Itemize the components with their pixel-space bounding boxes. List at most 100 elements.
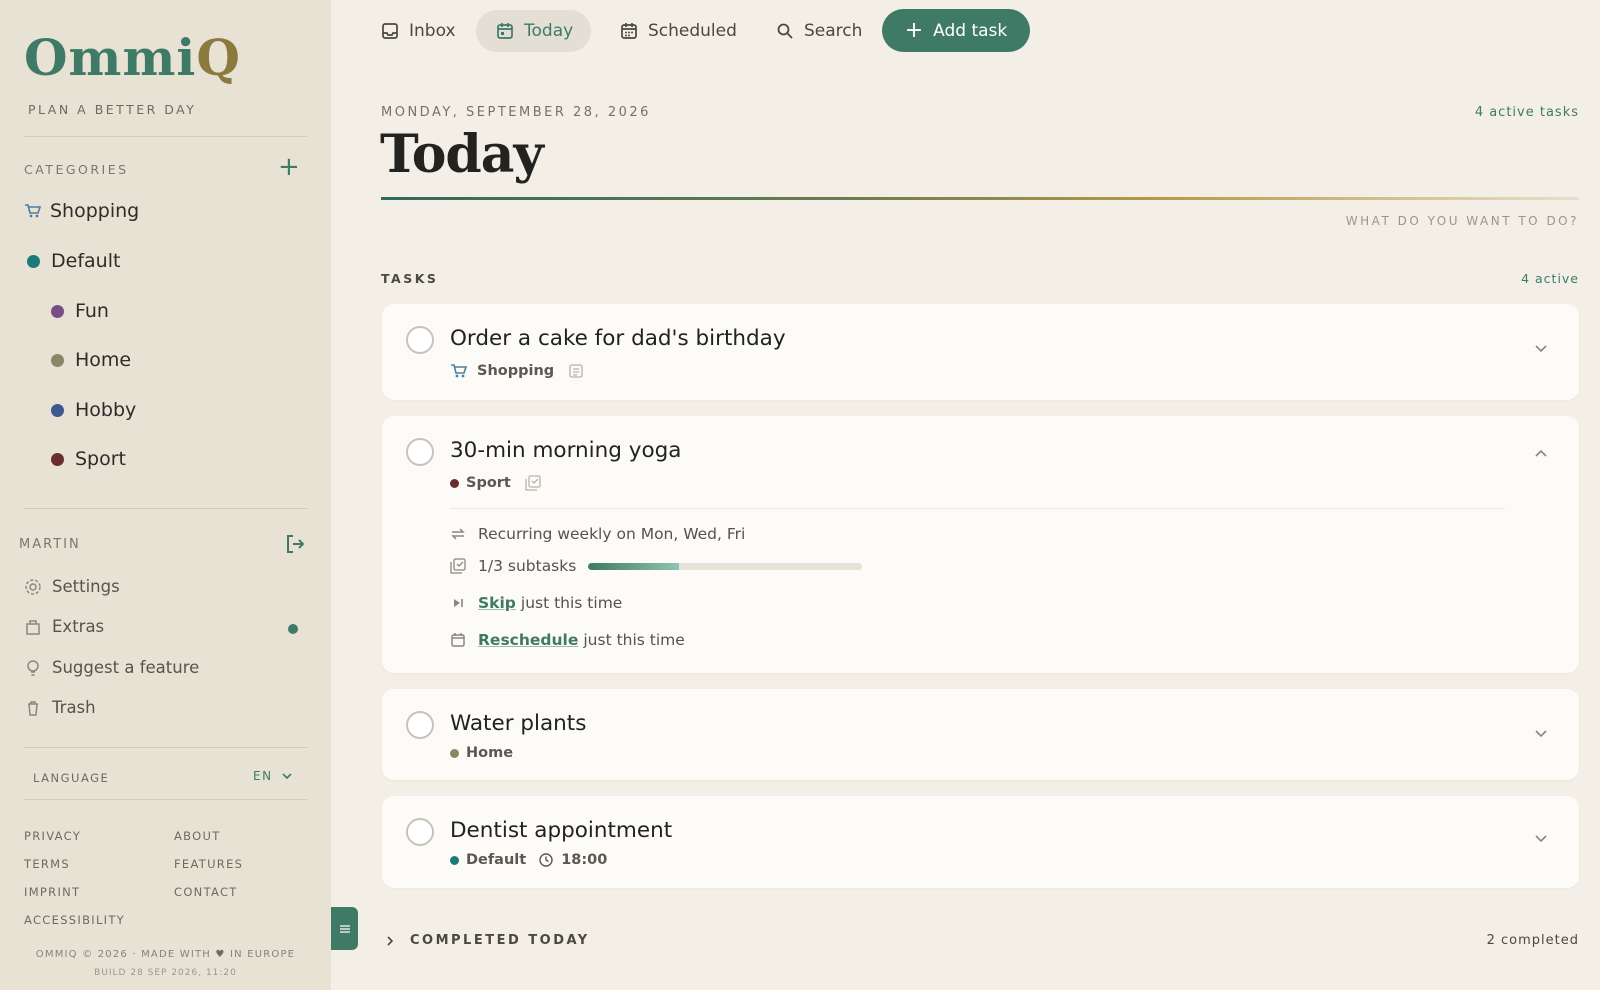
footer-link-privacy[interactable]: PRIVACY: [24, 829, 81, 843]
skip-row: Skip just this time: [450, 594, 622, 612]
sidebar-item-label: Fun: [75, 300, 109, 322]
app-logo[interactable]: OmmiQ: [24, 28, 241, 87]
task-time: 18:00: [561, 852, 608, 868]
nav-inbox[interactable]: Inbox: [361, 10, 474, 52]
task-card[interactable]: Dentist appointment Default 18:00: [382, 796, 1579, 888]
menu-item-trash[interactable]: Trash: [24, 698, 96, 717]
completed-today-toggle[interactable]: COMPLETED TODAY: [384, 933, 590, 948]
task-title: Dentist appointment: [450, 818, 673, 843]
menu-item-settings[interactable]: Settings: [24, 577, 120, 596]
categories-header: CATEGORIES: [24, 162, 129, 177]
add-category-button[interactable]: +: [278, 154, 300, 180]
divider: [24, 799, 307, 800]
task-card-expanded[interactable]: 30-min morning yoga Sport Recurring week…: [382, 416, 1579, 673]
menu-item-label: Settings: [52, 577, 120, 596]
tasks-section-label: TASKS: [381, 271, 439, 286]
sidebar-item-label: Sport: [75, 448, 127, 470]
sidebar-item-sport[interactable]: Sport: [51, 448, 126, 470]
task-category: Default: [466, 852, 527, 868]
chevron-up-icon[interactable]: [1533, 446, 1549, 462]
sidebar-item-label: Hobby: [75, 399, 137, 421]
menu-item-extras[interactable]: Extras: [24, 617, 104, 636]
category-dot: [51, 353, 64, 367]
subtasks-icon: [450, 558, 466, 574]
task-checkbox[interactable]: [406, 711, 434, 739]
sidebar-item-shopping[interactable]: Shopping: [24, 200, 139, 222]
task-meta: Shopping: [450, 363, 584, 379]
copyright: OMMIQ © 2026 · MADE WITH ♥ IN EUROPE: [35, 949, 296, 960]
extras-badge: [288, 624, 298, 634]
task-meta: Sport: [450, 475, 541, 491]
category-dot: [27, 254, 40, 268]
footer-link-contact[interactable]: CONTACT: [174, 885, 238, 899]
chevron-right-icon: [387, 935, 394, 946]
sidebar-item-fun[interactable]: Fun: [51, 300, 109, 322]
tagline: PLAN A BETTER DAY: [28, 102, 197, 117]
nav-search[interactable]: Search: [756, 10, 880, 52]
task-category: Home: [466, 745, 514, 761]
nav-scheduled[interactable]: Scheduled: [600, 10, 755, 52]
footer-link-features[interactable]: FEATURES: [174, 857, 243, 871]
task-card[interactable]: Water plants Home: [382, 689, 1579, 780]
calendar-icon: [451, 633, 465, 647]
chevron-down-icon[interactable]: [1533, 725, 1549, 741]
divider: [450, 508, 1505, 509]
task-card[interactable]: Order a cake for dad's birthday Shopping: [382, 304, 1579, 400]
completed-count: 2 completed: [1486, 933, 1579, 948]
logout-icon[interactable]: [284, 533, 306, 555]
task-checkbox[interactable]: [406, 818, 434, 846]
task-category: Shopping: [477, 363, 555, 379]
chevron-down-icon[interactable]: [1533, 340, 1549, 356]
footer-link-terms[interactable]: TERMS: [24, 857, 70, 871]
progress-bar: [588, 562, 863, 570]
search-icon: [777, 23, 793, 39]
reschedule-link[interactable]: Reschedule: [478, 631, 578, 649]
nav-today[interactable]: Today: [476, 10, 592, 52]
language-select[interactable]: EN: [253, 769, 293, 783]
sidebar-toggle-button[interactable]: [331, 907, 358, 950]
footer-link-about[interactable]: ABOUT: [174, 829, 221, 843]
repeat-icon: [451, 528, 465, 540]
task-category: Sport: [466, 475, 511, 491]
footer-link-accessibility[interactable]: ACCESSIBILITY: [24, 913, 125, 927]
language-label: LANGUAGE: [33, 771, 110, 785]
recurrence-info: Recurring weekly on Mon, Wed, Fri: [450, 525, 745, 543]
gift-icon: [26, 619, 40, 635]
lightbulb-icon: [27, 659, 39, 676]
category-dot: [450, 855, 459, 865]
cart-icon: [451, 364, 468, 378]
cart-icon: [25, 204, 42, 218]
chevron-down-icon[interactable]: [1533, 830, 1549, 846]
menu-item-suggest-feature[interactable]: Suggest a feature: [24, 658, 199, 677]
date-line: MONDAY, SEPTEMBER 28, 2026: [381, 105, 651, 120]
menu-icon: [339, 924, 350, 933]
task-meta: Default 18:00: [450, 852, 607, 868]
sidebar-item-default[interactable]: Default: [27, 250, 120, 272]
sidebar-item-label: Default: [51, 250, 121, 272]
gear-icon: [25, 578, 41, 595]
clock-icon: [539, 853, 553, 867]
task-title: 30-min morning yoga: [450, 438, 682, 463]
subtasks-icon: [525, 475, 541, 491]
task-checkbox[interactable]: [406, 326, 434, 354]
progress-fill: [588, 562, 679, 570]
sidebar-item-hobby[interactable]: Hobby: [51, 399, 136, 421]
footer-link-imprint[interactable]: IMPRINT: [24, 885, 80, 899]
subtasks-count: 1/3 subtasks: [478, 557, 577, 575]
quick-add-prompt[interactable]: WHAT DO YOU WANT TO DO?: [1346, 214, 1579, 228]
category-dot: [51, 452, 64, 466]
title-underline: [381, 197, 1579, 200]
divider: [24, 508, 307, 509]
task-title: Order a cake for dad's birthday: [450, 326, 786, 351]
note-icon: [569, 364, 583, 378]
divider: [24, 136, 307, 137]
build-info: BUILD 28 SEP 2026, 11:20: [94, 968, 237, 978]
skip-link[interactable]: Skip: [478, 594, 516, 612]
category-dot: [51, 304, 64, 318]
category-dot: [51, 403, 64, 417]
sidebar-item-home[interactable]: Home: [51, 349, 131, 371]
sidebar: OmmiQ PLAN A BETTER DAY CATEGORIES + Sho…: [0, 0, 331, 990]
add-task-button[interactable]: + Add task: [882, 9, 1030, 52]
heart-icon: ♥: [215, 949, 226, 960]
task-checkbox[interactable]: [406, 438, 434, 466]
